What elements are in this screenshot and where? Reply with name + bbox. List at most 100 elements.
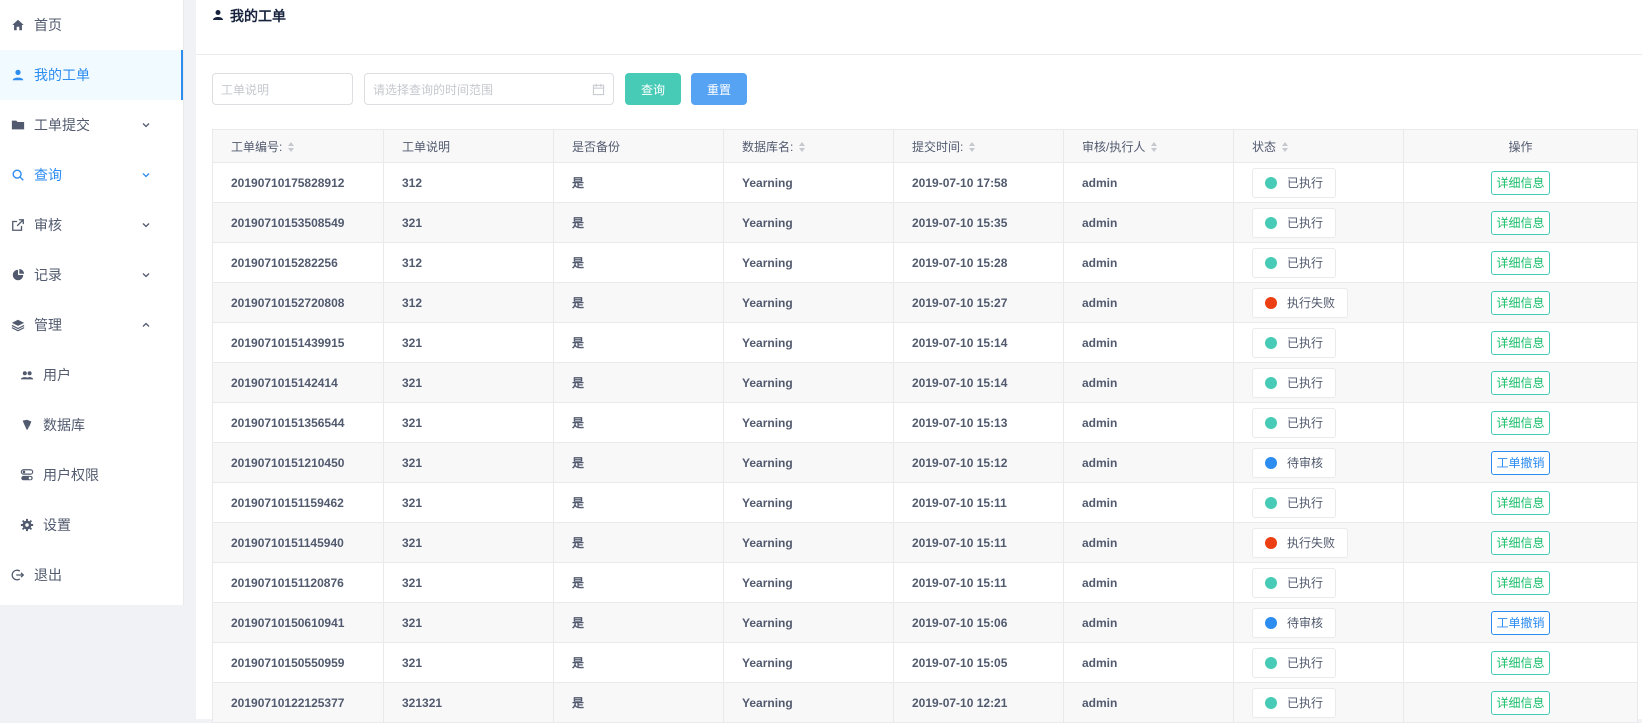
gear-icon <box>19 517 35 533</box>
revoke-ticket-button[interactable]: 工单撤销 <box>1491 610 1550 635</box>
detail-button[interactable]: 详细信息 <box>1491 210 1550 235</box>
cell-status: 执行失败 <box>1233 282 1404 323</box>
detail-button[interactable]: 详细信息 <box>1491 410 1550 435</box>
sidebar-item-ticket-submit[interactable]: 工单提交 <box>0 100 183 150</box>
col-header-db[interactable]: 数据库名: <box>723 129 894 163</box>
col-header-status[interactable]: 状态 <box>1233 129 1404 163</box>
cell-backup: 是 <box>553 562 724 603</box>
sidebar-item-permissions[interactable]: 用户权限 <box>0 450 183 500</box>
sidebar-item-home[interactable]: 首页 <box>0 0 183 50</box>
detail-button[interactable]: 详细信息 <box>1491 530 1550 555</box>
revoke-ticket-button[interactable]: 工单撤销 <box>1491 450 1550 475</box>
cell-action: 详细信息 <box>1403 242 1638 283</box>
cell-db: Yearning <box>723 682 894 723</box>
col-header-desc: 工单说明 <box>383 129 554 163</box>
sort-icon[interactable] <box>799 142 806 153</box>
cell-user: admin <box>1063 482 1234 523</box>
ticket-desc-input[interactable]: 工单说明 <box>212 73 353 105</box>
col-header-id[interactable]: 工单编号: <box>212 129 384 163</box>
reset-button[interactable]: 重置 <box>691 73 747 105</box>
cell-user: admin <box>1063 242 1234 283</box>
status-dot <box>1265 416 1277 429</box>
cell-time: 2019-07-10 15:06 <box>893 602 1064 643</box>
detail-button[interactable]: 详细信息 <box>1491 330 1550 355</box>
sort-icon[interactable] <box>288 142 295 153</box>
sidebar-item-manage[interactable]: 管理 <box>0 300 183 350</box>
cell-status: 待审核 <box>1233 602 1404 643</box>
status-badge: 已执行 <box>1252 407 1337 438</box>
status-dot <box>1265 576 1277 589</box>
status-text: 已执行 <box>1287 696 1324 710</box>
detail-button[interactable]: 详细信息 <box>1491 490 1550 515</box>
cell-time: 2019-07-10 15:11 <box>893 522 1064 563</box>
cell-db: Yearning <box>723 162 894 203</box>
cell-db: Yearning <box>723 442 894 483</box>
col-header-backup: 是否备份 <box>553 129 724 163</box>
cell-action: 详细信息 <box>1403 162 1638 203</box>
cell-time: 2019-07-10 15:35 <box>893 202 1064 243</box>
cell-id: 20190710153508549 <box>212 202 384 243</box>
cell-status: 已执行 <box>1233 482 1404 523</box>
cell-id: 20190710151159462 <box>212 482 384 523</box>
sidebar-item-users[interactable]: 用户 <box>0 350 183 400</box>
sidebar-item-settings[interactable]: 设置 <box>0 500 183 550</box>
home-icon <box>10 17 26 33</box>
cell-user: admin <box>1063 642 1234 683</box>
table-header-row: 工单编号: 工单说明 是否备份 数据库名: 提交时间: 审核/执行人 状态 操作 <box>212 129 1638 163</box>
cell-desc: 321 <box>383 442 554 483</box>
status-badge: 待审核 <box>1252 607 1337 638</box>
detail-button[interactable]: 详细信息 <box>1491 690 1550 715</box>
cell-db: Yearning <box>723 642 894 683</box>
cell-time: 2019-07-10 12:21 <box>893 682 1064 723</box>
table-row: 2019071015282256 312 是 Yearning 2019-07-10 1… <box>212 242 1638 283</box>
status-dot <box>1265 696 1277 709</box>
query-button[interactable]: 查询 <box>625 73 681 105</box>
sidebar-item-logout[interactable]: 退出 <box>0 550 183 600</box>
detail-button[interactable]: 详细信息 <box>1491 570 1550 595</box>
cell-time: 2019-07-10 17:58 <box>893 162 1064 203</box>
detail-button[interactable]: 详细信息 <box>1491 250 1550 275</box>
col-header-time[interactable]: 提交时间: <box>893 129 1064 163</box>
sidebar-item-query[interactable]: 查询 <box>0 150 183 200</box>
detail-button[interactable]: 详细信息 <box>1491 290 1550 315</box>
sidebar-item-my-tickets[interactable]: 我的工单 <box>0 50 183 100</box>
sort-icon[interactable] <box>969 142 976 153</box>
sidebar-item-records[interactable]: 记录 <box>0 250 183 300</box>
status-text: 已执行 <box>1287 656 1324 670</box>
sidebar-item-audit[interactable]: 审核 <box>0 200 183 250</box>
external-link-icon <box>10 217 26 233</box>
sidebar-item-label: 数据库 <box>43 417 85 433</box>
status-badge: 待审核 <box>1252 447 1337 478</box>
status-text: 已执行 <box>1287 256 1324 270</box>
cell-id: 20190710122125377 <box>212 682 384 723</box>
cell-id: 2019071015282256 <box>212 242 384 283</box>
cell-desc: 321 <box>383 402 554 443</box>
detail-button[interactable]: 详细信息 <box>1491 370 1550 395</box>
date-range-picker[interactable]: 请选择查询的时间范围 <box>364 73 614 105</box>
cell-time: 2019-07-10 15:14 <box>893 322 1064 363</box>
cell-desc: 321 <box>383 362 554 403</box>
table-row: 20190710151210450 321 是 Yearning 2019-07-10 … <box>212 442 1638 483</box>
status-dot <box>1265 656 1277 669</box>
cell-id: 20190710150550959 <box>212 642 384 683</box>
detail-button[interactable]: 详细信息 <box>1491 650 1550 675</box>
status-text: 已执行 <box>1287 376 1324 390</box>
status-text: 已执行 <box>1287 216 1324 230</box>
sort-icon[interactable] <box>1282 142 1289 153</box>
pie-chart-icon <box>10 267 26 283</box>
person-icon <box>10 67 26 83</box>
col-header-user[interactable]: 审核/执行人 <box>1063 129 1234 163</box>
cell-user: admin <box>1063 442 1234 483</box>
cell-id: 20190710151120876 <box>212 562 384 603</box>
cell-status: 已执行 <box>1233 642 1404 683</box>
status-dot <box>1265 616 1277 629</box>
cell-backup: 是 <box>553 602 724 643</box>
cell-user: admin <box>1063 362 1234 403</box>
detail-button[interactable]: 详细信息 <box>1491 170 1550 195</box>
sort-icon[interactable] <box>1151 142 1158 153</box>
cell-backup: 是 <box>553 322 724 363</box>
sidebar-item-label: 管理 <box>34 317 62 333</box>
status-text: 已执行 <box>1287 576 1324 590</box>
cell-backup: 是 <box>553 442 724 483</box>
sidebar-item-database[interactable]: 数据库 <box>0 400 183 450</box>
